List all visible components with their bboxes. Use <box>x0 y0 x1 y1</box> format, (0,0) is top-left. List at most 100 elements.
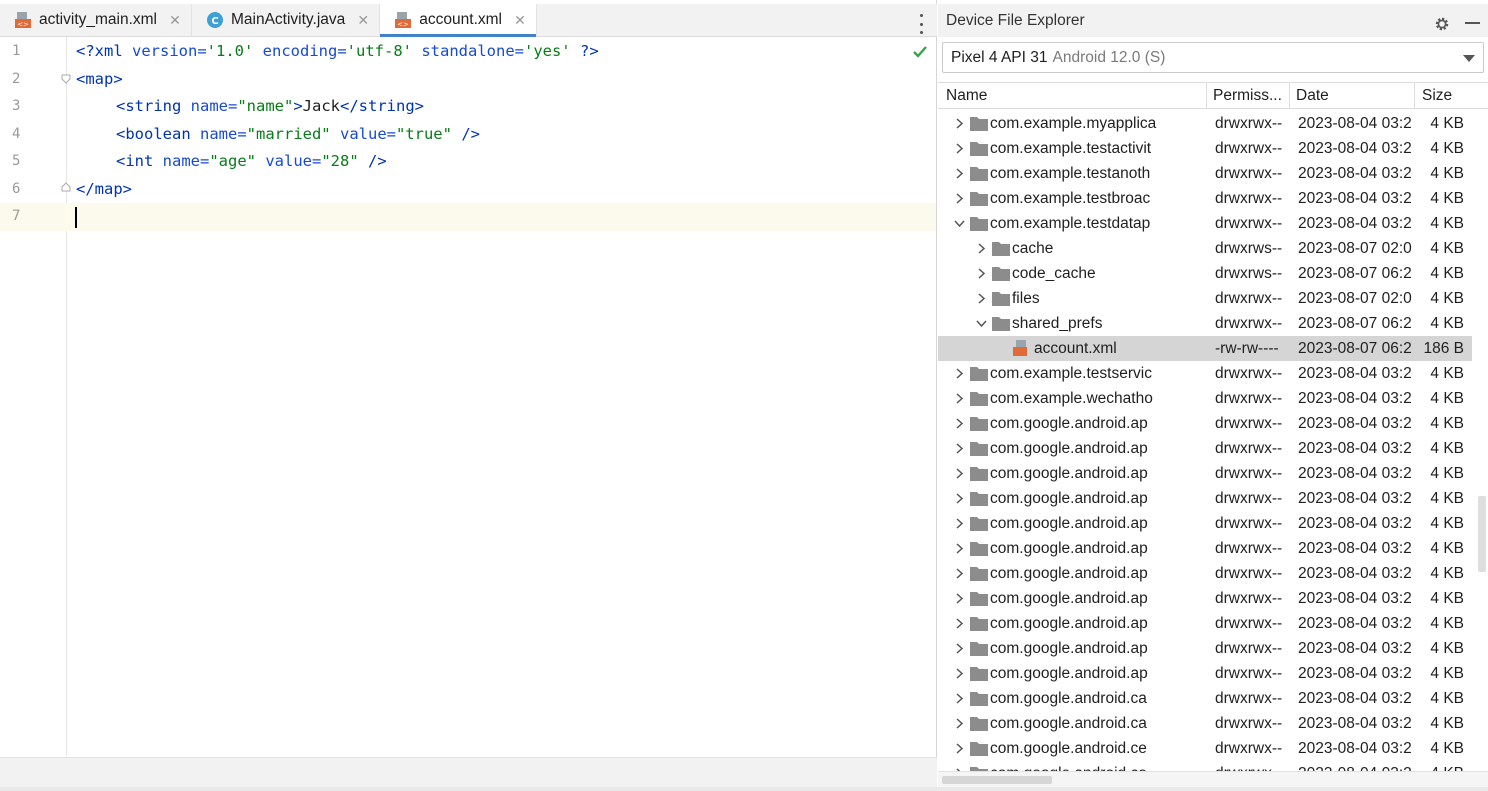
tree-row-folder[interactable]: com.google.android.ap drwxrwx-- 2023-08-04… <box>938 536 1472 561</box>
tab-label: MainActivity.java <box>231 11 346 28</box>
value-token: "28" <box>321 152 359 170</box>
tree-row-folder[interactable]: com.google.android.ap drwxrwx-- 2023-08-04… <box>938 461 1472 486</box>
chevron-right-icon[interactable] <box>954 643 965 654</box>
chevron-right-icon[interactable] <box>954 718 965 729</box>
column-header-size[interactable]: Size <box>1422 87 1452 105</box>
minimize-icon[interactable] <box>1465 22 1480 24</box>
tree-row-folder[interactable]: com.example.testactivit drwxrwx-- 2023-08-… <box>938 136 1472 161</box>
tree-row-folder[interactable]: com.google.android.ap drwxrwx-- 2023-08-04… <box>938 611 1472 636</box>
tree-row-folder[interactable]: com.google.android.ap drwxrwx-- 2023-08-04… <box>938 561 1472 586</box>
tree-row-file[interactable]: account.xml -rw-rw---- 2023-08-07 06:2 186 … <box>938 336 1472 361</box>
file-name: shared_prefs <box>1012 315 1103 332</box>
tree-row-folder[interactable]: files drwxrwx-- 2023-08-07 02:0 4 KB <box>938 286 1472 311</box>
xml-declaration-token: ?> <box>570 42 599 60</box>
file-permissions: drwxrwx-- <box>1215 690 1283 707</box>
column-header-date[interactable]: Date <box>1296 87 1329 105</box>
more-options-icon[interactable] <box>915 14 927 34</box>
tree-row-folder[interactable]: com.google.android.ap drwxrwx-- 2023-08-04… <box>938 636 1472 661</box>
chevron-right-icon[interactable] <box>954 518 965 529</box>
tree-row-folder[interactable]: com.google.android.co drwxrwx-- 2023-08-04… <box>938 761 1472 771</box>
chevron-right-icon[interactable] <box>954 368 965 379</box>
chevron-right-icon[interactable] <box>954 618 965 629</box>
tree-row-folder[interactable]: com.google.android.ap drwxrwx-- 2023-08-04… <box>938 411 1472 436</box>
chevron-down-icon[interactable] <box>976 318 987 329</box>
tag-token: <string <box>116 97 182 115</box>
chevron-right-icon[interactable] <box>954 168 965 179</box>
close-icon[interactable]: ✕ <box>167 12 183 29</box>
check-icon[interactable] <box>912 45 928 59</box>
tree-row-folder[interactable]: com.google.android.ap drwxrwx-- 2023-08-04… <box>938 586 1472 611</box>
file-permissions: drwxrwx-- <box>1215 615 1283 632</box>
tree-row-folder[interactable]: com.google.android.ca drwxrwx-- 2023-08-04… <box>938 686 1472 711</box>
column-header-name[interactable]: Name <box>946 87 987 105</box>
folder-icon <box>970 142 988 156</box>
chevron-right-icon[interactable] <box>976 243 987 254</box>
file-name: com.google.android.ap <box>990 515 1148 532</box>
chevron-right-icon[interactable] <box>954 193 965 204</box>
file-size: 4 KB <box>1430 415 1464 432</box>
tree-row-folder[interactable]: shared_prefs drwxrwx-- 2023-08-07 06:2 4 KB <box>938 311 1472 336</box>
tree-row-folder[interactable]: com.example.testservic drwxrwx-- 2023-08-0… <box>938 361 1472 386</box>
tree-row-folder[interactable]: com.google.android.ap drwxrwx-- 2023-08-04… <box>938 436 1472 461</box>
tree-row-folder[interactable]: com.google.android.ap drwxrwx-- 2023-08-04… <box>938 486 1472 511</box>
file-permissions: drwxrwx-- <box>1215 761 1289 771</box>
folder-icon <box>992 292 1010 306</box>
tree-row-folder[interactable]: com.example.testanoth drwxrwx-- 2023-08-04… <box>938 161 1472 186</box>
chevron-right-icon[interactable] <box>954 593 965 604</box>
device-select[interactable]: Pixel 4 API 31 Android 12.0 (S) <box>942 42 1484 73</box>
tree-row-folder[interactable]: com.google.android.ap drwxrwx-- 2023-08-04… <box>938 511 1472 536</box>
chevron-right-icon[interactable] <box>976 293 987 304</box>
column-divider[interactable] <box>1289 83 1290 109</box>
code-text-area[interactable]: <?xml version='1.0' encoding='utf-8' sta… <box>68 37 936 757</box>
value-token: '1.0' <box>206 42 254 60</box>
close-icon[interactable]: ✕ <box>512 12 528 29</box>
code-line: </map> <box>76 176 132 203</box>
horizontal-scrollbar[interactable] <box>942 776 1052 784</box>
chevron-right-icon[interactable] <box>954 493 965 504</box>
column-divider[interactable] <box>1206 83 1207 109</box>
chevron-right-icon[interactable] <box>954 668 965 679</box>
chevron-right-icon[interactable] <box>954 418 965 429</box>
gear-icon[interactable] <box>1434 16 1450 32</box>
chevron-right-icon[interactable] <box>954 468 965 479</box>
file-date: 2023-08-07 06:2 <box>1298 265 1412 282</box>
file-size: 4 KB <box>1430 390 1464 407</box>
tree-row-folder[interactable]: com.example.testdatap drwxrwx-- 2023-08-04… <box>938 211 1472 236</box>
tab-account-xml[interactable]: <> account.xml ✕ <box>380 4 537 37</box>
chevron-down-icon[interactable] <box>954 218 965 229</box>
tree-row-folder[interactable]: com.google.android.ap drwxrwx-- 2023-08-04… <box>938 661 1472 686</box>
column-header-permissions[interactable]: Permiss... <box>1213 87 1282 105</box>
attribute-token: version= <box>122 42 207 60</box>
tree-row-folder[interactable]: com.google.android.ca drwxrwx-- 2023-08-04… <box>938 711 1472 736</box>
column-divider[interactable] <box>1414 83 1415 109</box>
file-name: com.google.android.ap <box>990 640 1148 657</box>
tree-row-folder[interactable]: com.example.wechatho drwxrwx-- 2023-08-04 … <box>938 386 1472 411</box>
chevron-right-icon[interactable] <box>954 743 965 754</box>
tree-row-folder[interactable]: com.google.android.ce drwxrwx-- 2023-08-04… <box>938 736 1472 761</box>
chevron-right-icon[interactable] <box>954 443 965 454</box>
file-size: 186 B <box>1423 340 1464 357</box>
tree-row-folder[interactable]: cache drwxrws-- 2023-08-07 02:0 4 KB <box>938 236 1472 261</box>
chevron-right-icon[interactable] <box>954 568 965 579</box>
file-size: 4 KB <box>1430 315 1464 332</box>
code-line: <?xml version='1.0' encoding='utf-8' sta… <box>76 38 599 65</box>
chevron-right-icon[interactable] <box>954 543 965 554</box>
chevron-right-icon[interactable] <box>954 393 965 404</box>
close-icon[interactable]: ✕ <box>355 12 371 29</box>
tab-mainactivity-java[interactable]: C MainActivity.java ✕ <box>192 4 381 36</box>
chevron-right-icon[interactable] <box>954 693 965 704</box>
folder-icon <box>970 592 988 606</box>
file-name: com.google.android.ap <box>990 665 1148 682</box>
tag-token: /> <box>451 125 480 143</box>
chevron-right-icon[interactable] <box>976 268 987 279</box>
chevron-right-icon[interactable] <box>954 143 965 154</box>
file-size: 4 KB <box>1430 140 1464 157</box>
tree-row-folder[interactable]: com.example.testbroac drwxrwx-- 2023-08-04… <box>938 186 1472 211</box>
tree-row-folder[interactable]: com.example.myapplica drwxrwx-- 2023-08-04… <box>938 111 1472 136</box>
tree-row-folder[interactable]: code_cache drwxrws-- 2023-08-07 06:2 4 KB <box>938 261 1472 286</box>
folder-icon <box>970 467 988 481</box>
chevron-right-icon[interactable] <box>954 118 965 129</box>
vertical-scrollbar[interactable] <box>1478 496 1486 572</box>
tab-activity-main-xml[interactable]: <> activity_main.xml ✕ <box>0 4 192 36</box>
tag-token: </string> <box>340 97 424 115</box>
